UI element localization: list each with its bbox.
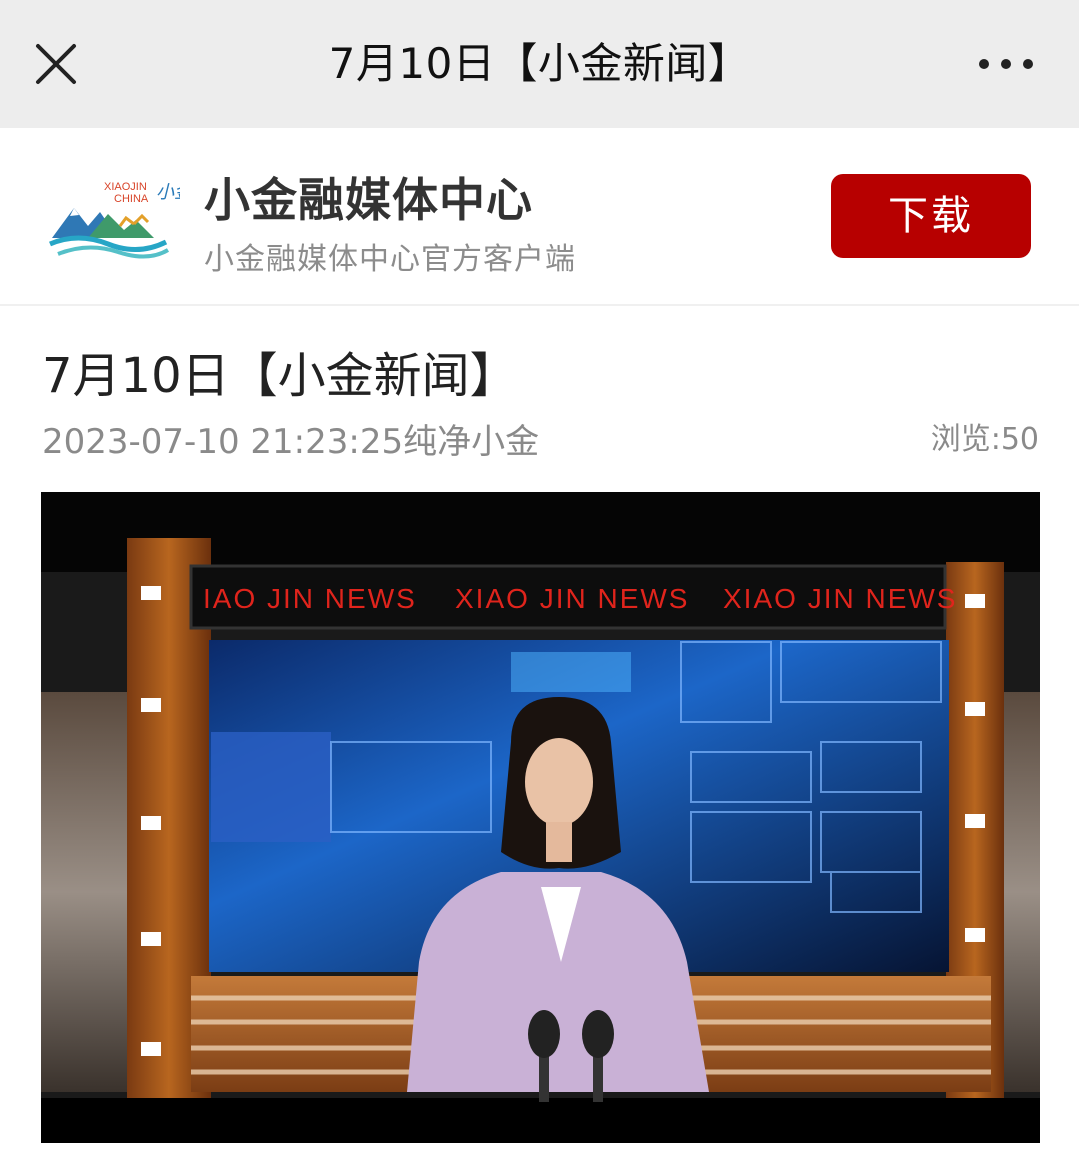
ticker-text-3: XIAO JIN NEWS (723, 583, 957, 614)
download-button[interactable]: 下载 (831, 174, 1031, 258)
app-download-banner: XIAOJIN CHINA 小金 小金融媒体中心 小金融媒体中心官方客户端 下载 (0, 128, 1079, 306)
more-icon[interactable] (966, 40, 1046, 88)
video-player[interactable]: IAO JIN NEWS XIAO JIN NEWS XIAO JIN NEWS (41, 492, 1040, 1143)
ticker-text-2: XIAO JIN NEWS (455, 583, 689, 614)
page-title: 7月10日【小金新闻】 (328, 39, 751, 88)
ticker-text-1: IAO JIN NEWS (203, 583, 417, 614)
views-label: 浏览: (930, 422, 1001, 457)
logo-text-cn: 小金 (156, 182, 180, 203)
article-title: 7月10日【小金新闻】 (42, 348, 518, 404)
logo-text-en1: XIAOJIN (104, 181, 147, 193)
app-logo: XIAOJIN CHINA 小金 (48, 168, 194, 264)
logo-text-en2: CHINA (114, 193, 149, 205)
views-number: 50 (1000, 422, 1039, 457)
view-count: 浏览:50 (931, 414, 1039, 458)
top-nav-bar: 7月10日【小金新闻】 (0, 0, 1079, 128)
article-meta: 2023-07-10 21:23:25纯净小金 (42, 422, 540, 462)
app-name: 小金融媒体中心 (204, 173, 533, 227)
app-subtitle: 小金融媒体中心官方客户端 (204, 242, 576, 277)
